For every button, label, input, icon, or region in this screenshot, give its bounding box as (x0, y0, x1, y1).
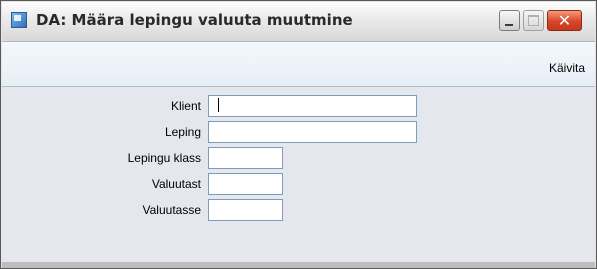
title-bar[interactable]: DA: Määra lepingu valuuta muutmine ✕ (2, 2, 595, 42)
valuutast-input[interactable] (208, 173, 283, 195)
close-button[interactable]: ✕ (547, 10, 582, 31)
leping-input[interactable] (208, 121, 417, 143)
toolbar: Käivita (2, 42, 595, 87)
label-lepingu-klass: Lepingu klass (127, 151, 201, 165)
valuutasse-input[interactable] (208, 199, 283, 221)
lepingu-klass-input[interactable] (208, 147, 283, 169)
app-document-icon (11, 12, 27, 28)
close-icon: ✕ (557, 11, 572, 30)
window-title: DA: Määra lepingu valuuta muutmine (36, 11, 353, 29)
minimize-button[interactable] (499, 10, 520, 31)
run-button[interactable]: Käivita (549, 61, 585, 75)
form-area: Klient Leping Lepingu klass Valuutast Va… (2, 87, 595, 262)
dialog-window: DA: Määra lepingu valuuta muutmine ✕ Käi… (0, 0, 597, 269)
klient-input[interactable] (208, 95, 417, 117)
maximize-button[interactable] (523, 10, 544, 31)
label-klient: Klient (170, 99, 201, 113)
label-valuutast: Valuutast (151, 177, 201, 191)
label-leping: Leping (164, 125, 201, 139)
text-cursor (218, 98, 219, 112)
window-bottom-edge (2, 262, 595, 268)
label-valuutasse: Valuutasse (142, 203, 201, 217)
